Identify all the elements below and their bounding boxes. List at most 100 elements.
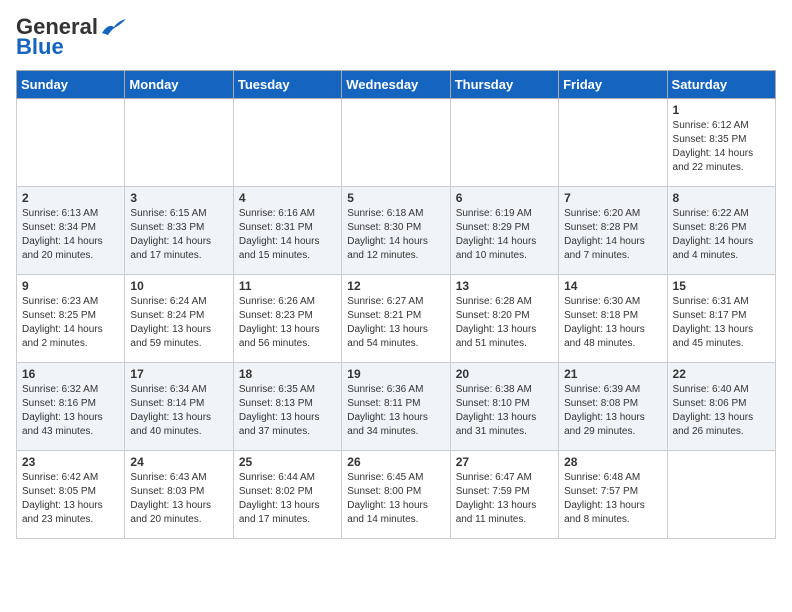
calendar-cell: 6 Sunrise: 6:19 AM Sunset: 8:29 PM Daylig… [450, 187, 558, 275]
calendar-cell [559, 99, 667, 187]
day-info: Sunrise: 6:28 AM Sunset: 8:20 PM Dayligh… [456, 295, 553, 351]
calendar-cell: 25 Sunrise: 6:44 AM Sunset: 8:02 PM Dayli… [233, 451, 341, 539]
weekday-header-wednesday: Wednesday [342, 71, 450, 99]
day-number: 10 [130, 279, 227, 293]
day-number: 21 [564, 367, 661, 381]
day-info: Sunrise: 6:43 AM Sunset: 8:03 PM Dayligh… [130, 471, 227, 527]
day-number: 1 [673, 103, 770, 117]
calendar-header-row: SundayMondayTuesdayWednesdayThursdayFrid… [17, 71, 776, 99]
day-info: Sunrise: 6:20 AM Sunset: 8:28 PM Dayligh… [564, 207, 661, 263]
day-info: Sunrise: 6:32 AM Sunset: 8:16 PM Dayligh… [22, 383, 119, 439]
calendar-week-4: 16 Sunrise: 6:32 AM Sunset: 8:16 PM Dayli… [17, 363, 776, 451]
logo-blue: Blue [16, 36, 64, 58]
day-number: 8 [673, 191, 770, 205]
day-info: Sunrise: 6:24 AM Sunset: 8:24 PM Dayligh… [130, 295, 227, 351]
day-number: 20 [456, 367, 553, 381]
calendar-cell: 14 Sunrise: 6:30 AM Sunset: 8:18 PM Dayli… [559, 275, 667, 363]
day-info: Sunrise: 6:42 AM Sunset: 8:05 PM Dayligh… [22, 471, 119, 527]
calendar-cell: 17 Sunrise: 6:34 AM Sunset: 8:14 PM Dayli… [125, 363, 233, 451]
calendar-cell: 19Sunrise: 6:36 AM Sunset: 8:11 PM Dayli… [342, 363, 450, 451]
calendar-cell: 15Sunrise: 6:31 AM Sunset: 8:17 PM Dayli… [667, 275, 775, 363]
day-number: 18 [239, 367, 336, 381]
calendar-week-3: 9 Sunrise: 6:23 AM Sunset: 8:25 PM Daylig… [17, 275, 776, 363]
calendar-cell: 26 Sunrise: 6:45 AM Sunset: 8:00 PM Dayli… [342, 451, 450, 539]
weekday-header-friday: Friday [559, 71, 667, 99]
day-info: Sunrise: 6:18 AM Sunset: 8:30 PM Dayligh… [347, 207, 444, 263]
day-info: Sunrise: 6:12 AM Sunset: 8:35 PM Dayligh… [673, 119, 770, 175]
calendar-cell: 16 Sunrise: 6:32 AM Sunset: 8:16 PM Dayli… [17, 363, 125, 451]
day-info: Sunrise: 6:22 AM Sunset: 8:26 PM Dayligh… [673, 207, 770, 263]
day-info: Sunrise: 6:30 AM Sunset: 8:18 PM Dayligh… [564, 295, 661, 351]
calendar-cell: 8 Sunrise: 6:22 AM Sunset: 8:26 PM Daylig… [667, 187, 775, 275]
day-info: Sunrise: 6:13 AM Sunset: 8:34 PM Dayligh… [22, 207, 119, 263]
calendar-cell: 12 Sunrise: 6:27 AM Sunset: 8:21 PM Dayli… [342, 275, 450, 363]
weekday-header-thursday: Thursday [450, 71, 558, 99]
weekday-header-sunday: Sunday [17, 71, 125, 99]
calendar-cell: 3 Sunrise: 6:15 AM Sunset: 8:33 PM Daylig… [125, 187, 233, 275]
day-number: 4 [239, 191, 336, 205]
day-info: Sunrise: 6:26 AM Sunset: 8:23 PM Dayligh… [239, 295, 336, 351]
calendar-cell: 20 Sunrise: 6:38 AM Sunset: 8:10 PM Dayli… [450, 363, 558, 451]
day-info: Sunrise: 6:34 AM Sunset: 8:14 PM Dayligh… [130, 383, 227, 439]
day-number: 9 [22, 279, 119, 293]
calendar-cell: 28 Sunrise: 6:48 AM Sunset: 7:57 PM Dayli… [559, 451, 667, 539]
day-number: 14 [564, 279, 661, 293]
day-info: Sunrise: 6:19 AM Sunset: 8:29 PM Dayligh… [456, 207, 553, 263]
page-header: General Blue [16, 16, 776, 58]
day-info: Sunrise: 6:44 AM Sunset: 8:02 PM Dayligh… [239, 471, 336, 527]
calendar-cell: 22 Sunrise: 6:40 AM Sunset: 8:06 PM Dayli… [667, 363, 775, 451]
calendar-cell [125, 99, 233, 187]
day-info: Sunrise: 6:16 AM Sunset: 8:31 PM Dayligh… [239, 207, 336, 263]
calendar-cell: 21 Sunrise: 6:39 AM Sunset: 8:08 PM Dayli… [559, 363, 667, 451]
calendar-cell: 18 Sunrise: 6:35 AM Sunset: 8:13 PM Dayli… [233, 363, 341, 451]
calendar-cell: 1 Sunrise: 6:12 AM Sunset: 8:35 PM Daylig… [667, 99, 775, 187]
calendar-cell: 10 Sunrise: 6:24 AM Sunset: 8:24 PM Dayli… [125, 275, 233, 363]
day-info: Sunrise: 6:45 AM Sunset: 8:00 PM Dayligh… [347, 471, 444, 527]
calendar-week-1: 1 Sunrise: 6:12 AM Sunset: 8:35 PM Daylig… [17, 99, 776, 187]
day-number: 25 [239, 455, 336, 469]
calendar-cell: 13 Sunrise: 6:28 AM Sunset: 8:20 PM Dayli… [450, 275, 558, 363]
calendar-cell [667, 451, 775, 539]
day-number: 13 [456, 279, 553, 293]
day-number: 7 [564, 191, 661, 205]
day-info: Sunrise: 6:40 AM Sunset: 8:06 PM Dayligh… [673, 383, 770, 439]
day-number: 2 [22, 191, 119, 205]
calendar-table: SundayMondayTuesdayWednesdayThursdayFrid… [16, 70, 776, 539]
logo: General Blue [16, 16, 126, 58]
logo-bird-icon [100, 19, 126, 37]
day-info: Sunrise: 6:35 AM Sunset: 8:13 PM Dayligh… [239, 383, 336, 439]
day-number: 16 [22, 367, 119, 381]
weekday-header-tuesday: Tuesday [233, 71, 341, 99]
day-info: Sunrise: 6:39 AM Sunset: 8:08 PM Dayligh… [564, 383, 661, 439]
day-info: Sunrise: 6:47 AM Sunset: 7:59 PM Dayligh… [456, 471, 553, 527]
day-number: 5 [347, 191, 444, 205]
calendar-cell: 9 Sunrise: 6:23 AM Sunset: 8:25 PM Daylig… [17, 275, 125, 363]
calendar-cell: 23 Sunrise: 6:42 AM Sunset: 8:05 PM Dayli… [17, 451, 125, 539]
day-number: 17 [130, 367, 227, 381]
day-number: 11 [239, 279, 336, 293]
day-info: Sunrise: 6:27 AM Sunset: 8:21 PM Dayligh… [347, 295, 444, 351]
day-number: 6 [456, 191, 553, 205]
day-info: Sunrise: 6:38 AM Sunset: 8:10 PM Dayligh… [456, 383, 553, 439]
day-number: 22 [673, 367, 770, 381]
day-info: Sunrise: 6:23 AM Sunset: 8:25 PM Dayligh… [22, 295, 119, 351]
day-number: 12 [347, 279, 444, 293]
day-number: 26 [347, 455, 444, 469]
day-number: 19 [347, 367, 444, 381]
day-number: 15 [673, 279, 770, 293]
calendar-cell: 5 Sunrise: 6:18 AM Sunset: 8:30 PM Daylig… [342, 187, 450, 275]
weekday-header-saturday: Saturday [667, 71, 775, 99]
day-number: 28 [564, 455, 661, 469]
calendar-cell: 27Sunrise: 6:47 AM Sunset: 7:59 PM Dayli… [450, 451, 558, 539]
calendar-cell: 11 Sunrise: 6:26 AM Sunset: 8:23 PM Dayli… [233, 275, 341, 363]
calendar-cell [450, 99, 558, 187]
day-info: Sunrise: 6:15 AM Sunset: 8:33 PM Dayligh… [130, 207, 227, 263]
weekday-header-monday: Monday [125, 71, 233, 99]
day-number: 3 [130, 191, 227, 205]
calendar-week-5: 23 Sunrise: 6:42 AM Sunset: 8:05 PM Dayli… [17, 451, 776, 539]
calendar-cell: 7 Sunrise: 6:20 AM Sunset: 8:28 PM Daylig… [559, 187, 667, 275]
day-number: 24 [130, 455, 227, 469]
day-number: 23 [22, 455, 119, 469]
calendar-cell: 24 Sunrise: 6:43 AM Sunset: 8:03 PM Dayli… [125, 451, 233, 539]
day-info: Sunrise: 6:48 AM Sunset: 7:57 PM Dayligh… [564, 471, 661, 527]
